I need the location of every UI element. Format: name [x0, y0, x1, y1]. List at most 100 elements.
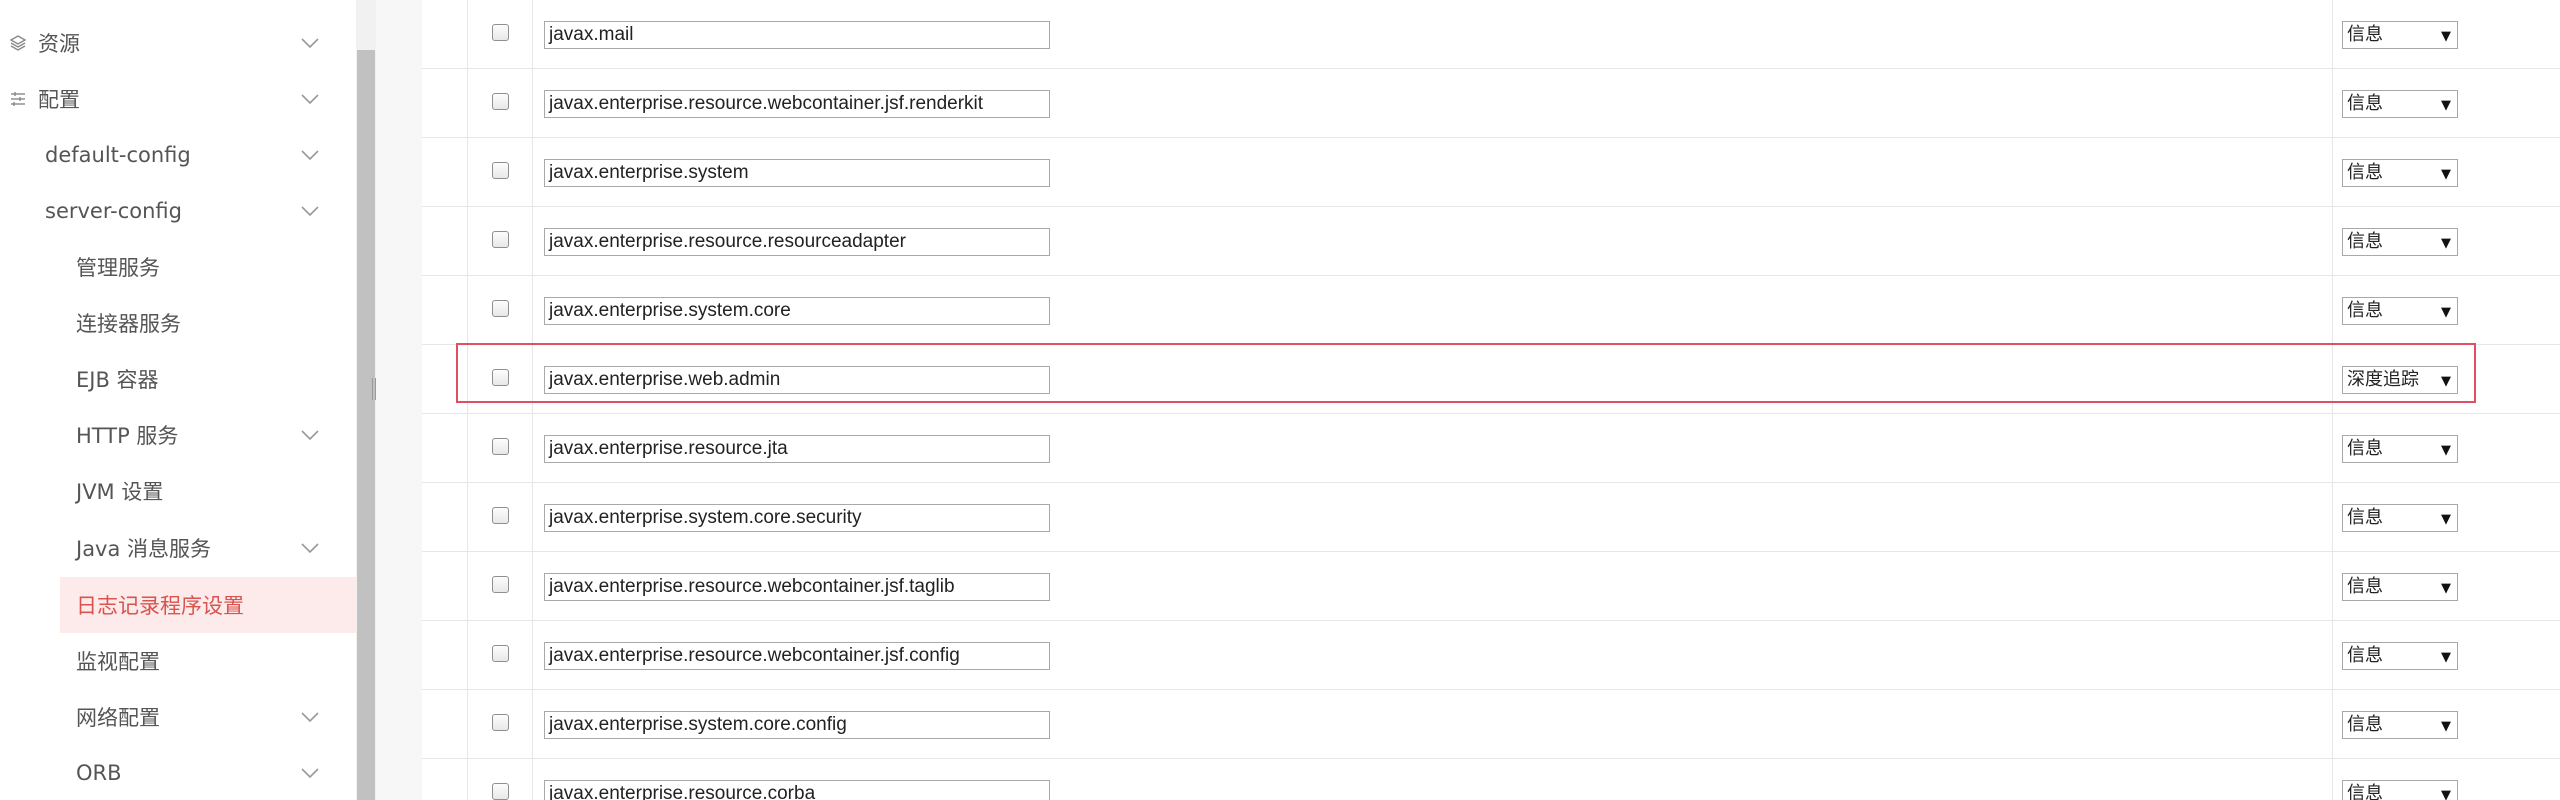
- sidebar-item-label: 网络配置: [76, 706, 160, 730]
- dropdown-arrow-icon: ▼: [2441, 719, 2451, 734]
- chevron-down-icon: [298, 31, 322, 55]
- table-row: javax.enterprise.resource.corba 信息 ▼: [422, 759, 2560, 800]
- sidebar-item-label: EJB 容器: [76, 368, 159, 392]
- row-checkbox[interactable]: [492, 576, 509, 593]
- sidebar-item-network-config[interactable]: 网络配置: [0, 689, 356, 745]
- sidebar-item-monitoring-config[interactable]: 监视配置: [0, 633, 356, 689]
- table-row: javax.enterprise.system 信息 ▼: [422, 138, 2560, 207]
- row-checkbox[interactable]: [492, 645, 509, 662]
- logger-name-input[interactable]: javax.mail: [544, 21, 1050, 49]
- logger-name-input[interactable]: javax.enterprise.resource.webcontainer.j…: [544, 573, 1050, 601]
- dropdown-arrow-icon: ▼: [2441, 29, 2451, 44]
- dropdown-arrow-icon: ▼: [2441, 236, 2451, 251]
- sidebar-item-orb[interactable]: ORB: [0, 745, 356, 800]
- row-checkbox[interactable]: [492, 300, 509, 317]
- log-level-value: 深度追踪: [2347, 369, 2419, 390]
- row-checkbox[interactable]: [492, 783, 509, 800]
- sidebar-item-label: server-config: [45, 199, 182, 223]
- logger-name-input[interactable]: javax.enterprise.resource.webcontainer.j…: [544, 642, 1050, 670]
- log-level-select[interactable]: 信息 ▼: [2342, 573, 2458, 601]
- row-checkbox[interactable]: [492, 507, 509, 524]
- chevron-down-icon: [298, 423, 322, 447]
- table-row: javax.enterprise.resource.resourceadapte…: [422, 207, 2560, 276]
- row-checkbox[interactable]: [492, 93, 509, 110]
- logger-name-input[interactable]: javax.enterprise.resource.resourceadapte…: [544, 228, 1050, 256]
- log-level-select[interactable]: 信息 ▼: [2342, 297, 2458, 325]
- log-level-value: 信息: [2347, 24, 2383, 45]
- sidebar-item-label: 管理服务: [76, 256, 160, 280]
- dropdown-arrow-icon: ▼: [2441, 443, 2451, 458]
- sidebar-item-label: Java 消息服务: [76, 537, 212, 561]
- chevron-down-icon: [298, 199, 322, 223]
- chevron-down-icon: [298, 536, 322, 560]
- logger-name-input[interactable]: javax.enterprise.system.core.security: [544, 504, 1050, 532]
- sliders-icon: [8, 89, 28, 109]
- log-level-value: 信息: [2347, 162, 2383, 183]
- log-level-select[interactable]: 信息 ▼: [2342, 21, 2458, 49]
- log-level-value: 信息: [2347, 576, 2383, 597]
- log-level-value: 信息: [2347, 93, 2383, 114]
- sidebar-item-logger-settings[interactable]: 日志记录程序设置: [60, 577, 356, 633]
- sidebar-item-default-config[interactable]: default-config: [0, 127, 356, 183]
- sidebar-item-jvm-settings[interactable]: JVM 设置: [0, 463, 356, 519]
- sidebar-item-admin-service[interactable]: 管理服务: [0, 239, 356, 295]
- log-level-value: 信息: [2347, 231, 2383, 252]
- sidebar-item-server-config[interactable]: server-config: [0, 183, 356, 239]
- log-level-select[interactable]: 信息 ▼: [2342, 711, 2458, 739]
- dropdown-arrow-icon: ▼: [2441, 167, 2451, 182]
- log-level-select[interactable]: 信息 ▼: [2342, 159, 2458, 187]
- sidebar-item-label: ORB: [76, 761, 122, 785]
- sidebar-item-resources[interactable]: 资源: [0, 15, 356, 71]
- sidebar-item-label: 日志记录程序设置: [76, 594, 244, 618]
- sidebar-item-label: default-config: [45, 143, 191, 167]
- sidebar-item-ejb-container[interactable]: EJB 容器: [0, 351, 356, 407]
- table-row: javax.enterprise.resource.webcontainer.j…: [422, 69, 2560, 138]
- log-level-select[interactable]: 信息 ▼: [2342, 780, 2458, 800]
- sidebar-item-label: 配置: [38, 88, 80, 112]
- logger-table: javax.mail 信息 ▼ javax.enterprise.resource…: [422, 0, 2560, 800]
- log-level-select[interactable]: 信息 ▼: [2342, 90, 2458, 118]
- chevron-down-icon: [298, 143, 322, 167]
- table-row: javax.enterprise.web.admin 深度追踪 ▼: [422, 345, 2560, 414]
- logger-name-input[interactable]: javax.enterprise.resource.jta: [544, 435, 1050, 463]
- row-checkbox[interactable]: [492, 369, 509, 386]
- log-level-select[interactable]: 深度追踪 ▼: [2342, 366, 2458, 394]
- log-level-select[interactable]: 信息 ▼: [2342, 228, 2458, 256]
- sidebar-nav: 资源 配置 default-config server-config 管理服务 …: [0, 0, 356, 800]
- table-row: javax.enterprise.system.core.security 信息…: [422, 483, 2560, 552]
- table-row: javax.enterprise.resource.jta 信息 ▼: [422, 414, 2560, 483]
- row-checkbox[interactable]: [492, 24, 509, 41]
- log-level-select[interactable]: 信息 ▼: [2342, 435, 2458, 463]
- sidebar-item-http-service[interactable]: HTTP 服务: [0, 407, 356, 463]
- log-level-value: 信息: [2347, 507, 2383, 528]
- logger-name-input[interactable]: javax.enterprise.resource.corba: [544, 780, 1050, 800]
- row-checkbox[interactable]: [492, 231, 509, 248]
- logger-name-input[interactable]: javax.enterprise.resource.webcontainer.j…: [544, 90, 1050, 118]
- log-level-value: 信息: [2347, 645, 2383, 666]
- logger-name-input[interactable]: javax.enterprise.system: [544, 159, 1050, 187]
- sidebar-item-config[interactable]: 配置: [0, 71, 356, 127]
- logger-name-input[interactable]: javax.enterprise.system.core.config: [544, 711, 1050, 739]
- logger-name-input[interactable]: javax.enterprise.web.admin: [544, 366, 1050, 394]
- dropdown-arrow-icon: ▼: [2441, 305, 2451, 320]
- row-checkbox[interactable]: [492, 438, 509, 455]
- log-level-value: 信息: [2347, 783, 2383, 800]
- log-level-select[interactable]: 信息 ▼: [2342, 642, 2458, 670]
- row-checkbox[interactable]: [492, 162, 509, 179]
- sidebar-item-connector-service[interactable]: 连接器服务: [0, 295, 356, 351]
- sidebar-item-label: JVM 设置: [76, 480, 164, 504]
- table-row: javax.enterprise.system.core 信息 ▼: [422, 276, 2560, 345]
- dropdown-arrow-icon: ▼: [2441, 581, 2451, 596]
- sidebar-item-label: 连接器服务: [76, 312, 181, 336]
- log-level-select[interactable]: 信息 ▼: [2342, 504, 2458, 532]
- chevron-down-icon: [298, 705, 322, 729]
- dropdown-arrow-icon: ▼: [2441, 788, 2451, 800]
- table-row: javax.enterprise.resource.webcontainer.j…: [422, 621, 2560, 690]
- sidebar-item-jms[interactable]: Java 消息服务: [0, 520, 356, 576]
- sidebar-scrollbar-thumb[interactable]: [357, 50, 375, 800]
- log-level-value: 信息: [2347, 300, 2383, 321]
- logger-name-input[interactable]: javax.enterprise.system.core: [544, 297, 1050, 325]
- layers-icon: [8, 33, 28, 53]
- dropdown-arrow-icon: ▼: [2441, 98, 2451, 113]
- row-checkbox[interactable]: [492, 714, 509, 731]
